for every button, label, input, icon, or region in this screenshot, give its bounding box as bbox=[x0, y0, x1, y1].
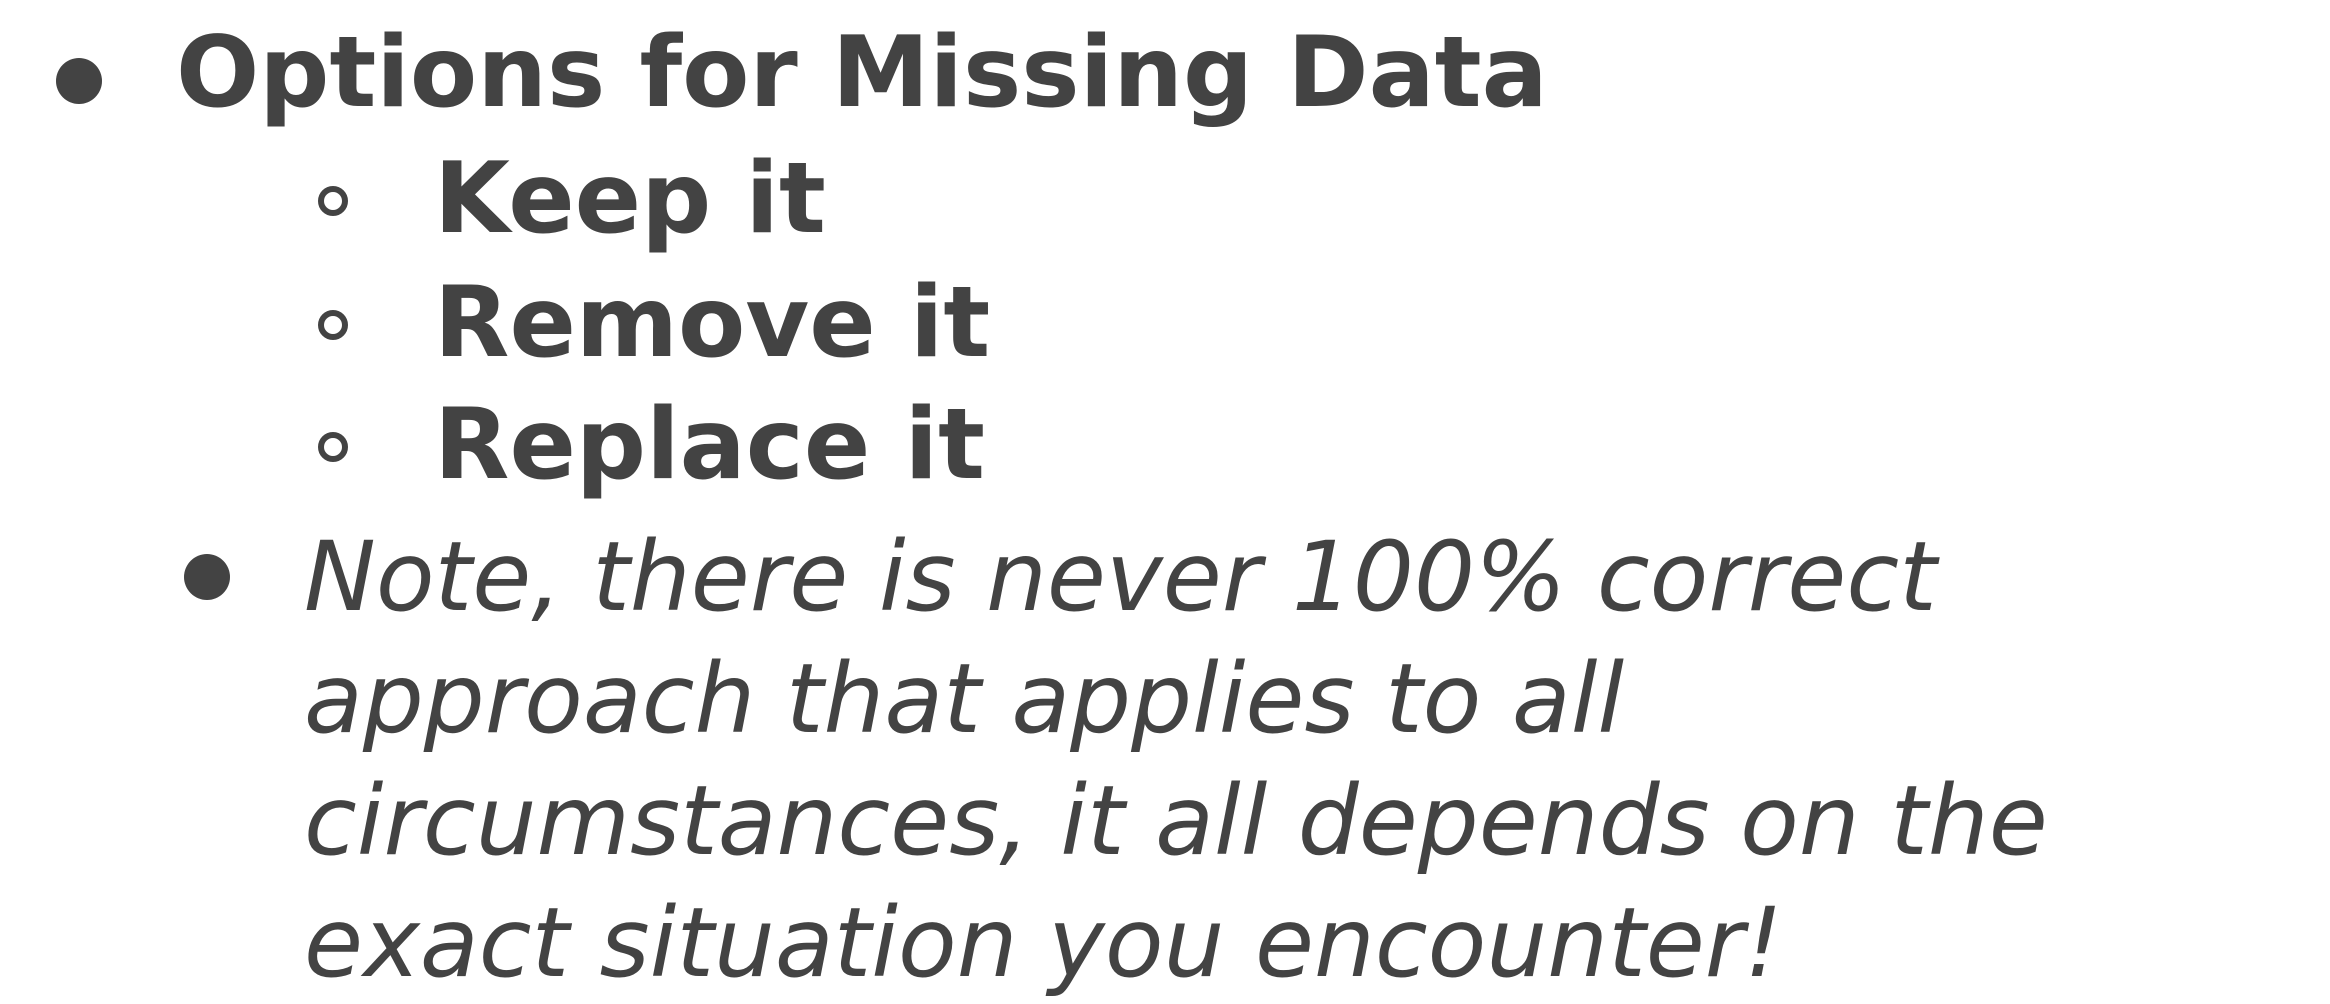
note-line: exact situation you encounter! bbox=[304, 887, 1783, 999]
note-line: Note, there is never 100% correct bbox=[304, 521, 1937, 633]
sub-item-keep-it: Keep it bbox=[434, 142, 826, 256]
bullet-disc-icon bbox=[184, 554, 230, 600]
bullet-circle-icon bbox=[318, 310, 348, 340]
bullet-circle-icon bbox=[318, 432, 348, 462]
note-paragraph: Note, there is never 100% correct approa… bbox=[304, 516, 2304, 1004]
slide-heading: Options for Missing Data bbox=[176, 16, 1548, 130]
note-line: approach that applies to all bbox=[304, 643, 1625, 755]
sub-item-replace-it: Replace it bbox=[434, 388, 985, 502]
bullet-circle-icon bbox=[318, 186, 348, 216]
slide: Options for Missing Data Keep it Remove … bbox=[0, 0, 2330, 999]
note-line: circumstances, it all depends on the bbox=[304, 765, 2048, 877]
sub-item-remove-it: Remove it bbox=[434, 266, 991, 380]
bullet-disc-icon bbox=[56, 58, 102, 104]
